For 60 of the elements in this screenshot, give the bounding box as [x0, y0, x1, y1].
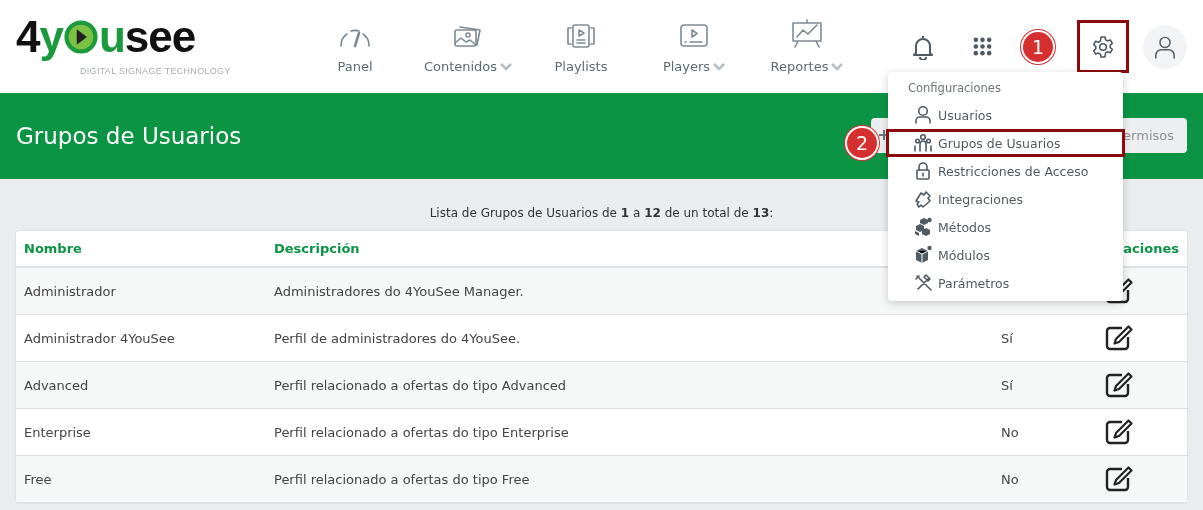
menu-item[interactable]: Grupos de Usuarios	[886, 129, 1125, 157]
column-header: Nombre	[24, 241, 82, 256]
user-icon	[914, 105, 932, 125]
group-icon	[914, 133, 932, 153]
table-cell: Administrador	[24, 283, 116, 299]
edit-button[interactable]	[1105, 466, 1133, 492]
menu-heading: Configuraciones	[907, 81, 1002, 97]
table-cell: Sí	[1001, 330, 1013, 346]
nav-item[interactable]: Panel	[300, 19, 410, 74]
table-cell: Perfil de administradores do 4YouSee.	[274, 330, 521, 346]
grid-icon	[972, 37, 992, 56]
menu-item[interactable]: Módulos	[886, 241, 1125, 269]
menu-item[interactable]: Métodos	[886, 213, 1125, 241]
page-title: Grupos de Usuarios	[16, 123, 242, 149]
logo-tagline: DIGITAL SIGNAGE TECHNOLOGY	[80, 65, 231, 76]
step-number: 1	[1023, 31, 1053, 62]
column-header: Descripción	[274, 241, 360, 256]
user-icon	[1154, 34, 1176, 59]
puzzle-icon	[914, 189, 932, 209]
table-cell: Perfil relacionado a ofertas do tipo Advanced	[274, 377, 567, 393]
table-cell: No	[1001, 471, 1019, 487]
edit-icon	[1105, 419, 1133, 445]
menu-item[interactable]: Restricciones de Acceso	[886, 157, 1125, 185]
apps-button[interactable]	[971, 35, 993, 58]
menu-item[interactable]: Parámetros	[886, 269, 1125, 297]
table-cell: Perfil relacionado a ofertas do tipo Free	[274, 471, 530, 487]
nav-item[interactable]: Reportes	[752, 19, 862, 74]
table-cell: Advanced	[24, 377, 89, 393]
logo-wordmark: 4y usee	[16, 11, 196, 64]
menu-item[interactable]: Usuarios	[886, 101, 1125, 129]
nav-item[interactable]: Players	[639, 19, 749, 74]
edit-button[interactable]	[1105, 372, 1133, 398]
edit-icon	[1105, 372, 1133, 398]
list-summary: Lista de Grupos de Usuarios de 1 a 12 de un total de 13:	[429, 205, 774, 222]
nav-item[interactable]: Contenidos	[413, 19, 523, 74]
cube-icon	[914, 245, 932, 265]
nav-item[interactable]: Playlists	[526, 19, 636, 74]
menu-item[interactable]: Integraciones	[886, 185, 1125, 213]
column-header: aciones	[1123, 241, 1179, 256]
settings-button[interactable]	[1077, 20, 1129, 73]
edit-button[interactable]	[1105, 325, 1133, 351]
table-cell: Sí	[1001, 377, 1013, 393]
cubes-icon	[914, 217, 932, 237]
table-cell: Administradores do 4YouSee Manager.	[274, 283, 524, 299]
edit-icon	[1105, 325, 1133, 351]
lock-icon	[914, 161, 932, 181]
bell-icon	[911, 33, 935, 60]
table-cell: No	[1001, 424, 1019, 440]
presentation-chart-icon	[790, 19, 824, 49]
table-cell: Administrador 4YouSee	[24, 330, 175, 346]
play-icon	[63, 20, 98, 55]
tools-icon	[914, 273, 932, 293]
table-cell: Perfil relacionado a ofertas do tipo Enterprise	[274, 424, 569, 440]
table-cell: Enterprise	[24, 424, 91, 440]
step-number: 2	[847, 128, 877, 158]
account-button[interactable]	[1143, 24, 1187, 69]
edit-icon	[1105, 466, 1133, 492]
table-cell: Free	[24, 471, 52, 487]
gear-icon	[1091, 34, 1115, 59]
edit-button[interactable]	[1105, 419, 1133, 445]
